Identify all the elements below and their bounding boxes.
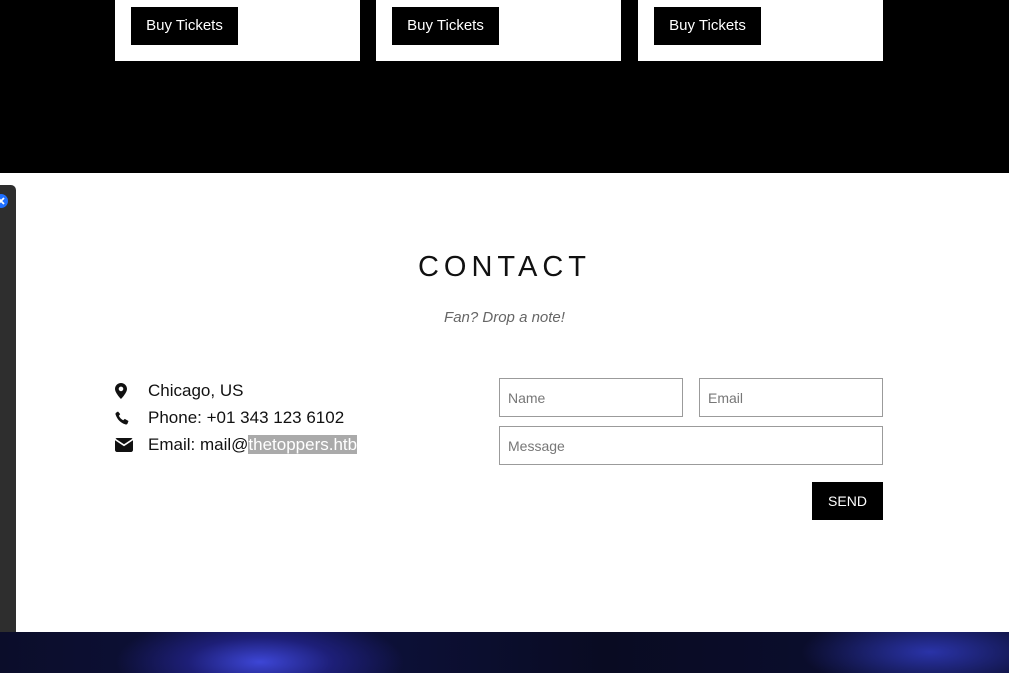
name-input[interactable] (499, 378, 683, 417)
phone-text: Phone: +01 343 123 6102 (148, 408, 345, 427)
ticket-card: Buy Tickets (376, 0, 621, 61)
contact-phone: Phone: +01 343 123 6102 (115, 406, 344, 430)
phone-icon (115, 411, 148, 425)
hero-image (0, 632, 1009, 673)
close-icon[interactable] (0, 194, 8, 208)
ticket-card: Buy Tickets (638, 0, 883, 61)
email-text: Email: mail@thetoppers.htb (148, 435, 358, 455)
location-text: Chicago, US (148, 381, 244, 400)
buy-tickets-button[interactable]: Buy Tickets (131, 7, 238, 45)
email-domain-highlight[interactable]: thetoppers.htb (248, 435, 358, 454)
ticket-card: Buy Tickets (115, 0, 360, 61)
map-marker-icon (115, 383, 148, 399)
email-prefix: Email: mail@ (148, 435, 249, 454)
buy-tickets-button[interactable]: Buy Tickets (392, 7, 499, 45)
send-button[interactable]: SEND (812, 482, 883, 520)
contact-email: Email: mail@thetoppers.htb (115, 433, 358, 457)
envelope-icon (115, 438, 148, 452)
side-panel[interactable] (0, 185, 16, 673)
buy-tickets-button[interactable]: Buy Tickets (654, 7, 761, 45)
message-input[interactable] (499, 426, 883, 465)
contact-title: CONTACT (417, 251, 591, 283)
tickets-section: Buy Tickets Buy Tickets Buy Tickets (0, 0, 1009, 173)
contact-location: Chicago, US (115, 379, 243, 403)
contact-subtitle: Fan? Drop a note! (444, 309, 565, 326)
email-input[interactable] (699, 378, 883, 417)
contact-section: CONTACT Fan? Drop a note! Chicago, US Ph… (0, 173, 1009, 632)
